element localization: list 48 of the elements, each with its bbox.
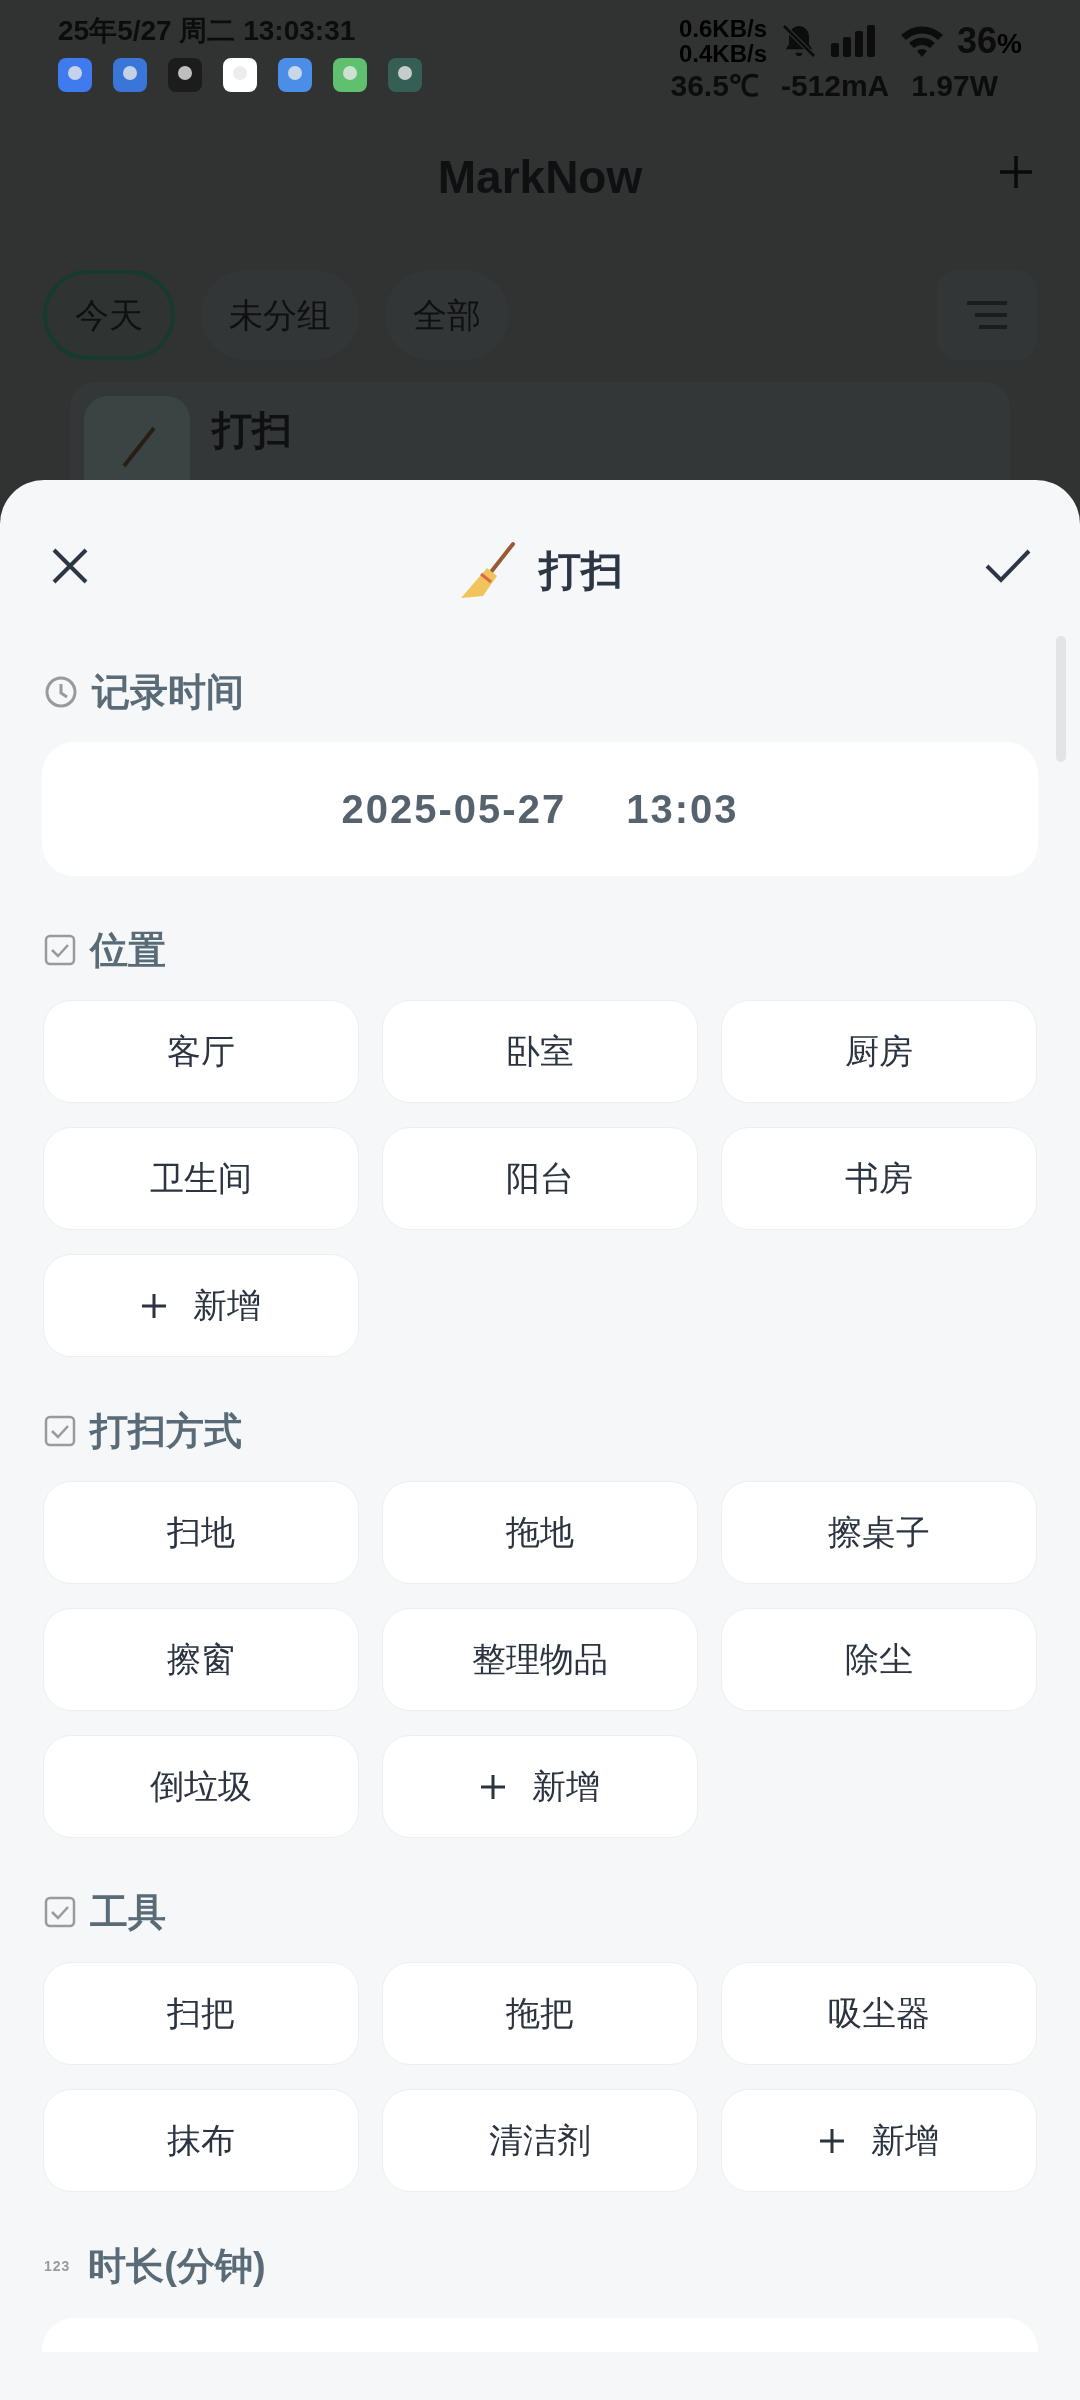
section-label: 位置 — [90, 927, 166, 973]
plus-icon — [480, 1773, 506, 1800]
wifi-icon — [899, 23, 946, 59]
option-chip[interactable]: 扫把 — [43, 1962, 359, 2065]
section-label: 记录时间 — [92, 669, 244, 715]
clock-icon — [44, 675, 78, 709]
section-label: 打扫方式 — [90, 1408, 242, 1454]
add-option-button[interactable]: 新增 — [382, 1735, 698, 1838]
plus-icon — [141, 1292, 167, 1319]
app-notification-icon — [223, 58, 257, 92]
option-chip[interactable]: 卫生间 — [43, 1127, 359, 1230]
checkbox-icon — [44, 934, 76, 966]
close-button[interactable] — [50, 546, 90, 586]
app-notification-icon — [168, 58, 202, 92]
sort-icon — [965, 300, 1009, 330]
confirm-button[interactable] — [984, 548, 1032, 584]
plus-icon — [819, 2127, 845, 2154]
add-option-button[interactable]: 新增 — [721, 2089, 1037, 2192]
option-chip[interactable]: 客厅 — [43, 1000, 359, 1103]
add-option-button[interactable]: 新增 — [43, 1254, 359, 1357]
app-notification-icon — [333, 58, 367, 92]
option-chip[interactable]: 倒垃圾 — [43, 1735, 359, 1838]
option-chip[interactable]: 拖把 — [382, 1962, 698, 2065]
checkbox-icon — [44, 1415, 76, 1447]
section-label: 工具 — [90, 1889, 166, 1935]
app-notification-icon — [278, 58, 312, 92]
option-chip[interactable]: 厨房 — [721, 1000, 1037, 1103]
option-chip[interactable]: 吸尘器 — [721, 1962, 1037, 2065]
section-label: 时长(分钟) — [88, 2243, 266, 2289]
app-notification-icon — [388, 58, 422, 92]
app-notification-icon — [58, 58, 92, 92]
number-icon: 123 — [44, 2255, 71, 2277]
add-icon[interactable] — [998, 154, 1034, 190]
option-chip[interactable]: 拖地 — [382, 1481, 698, 1584]
option-chip[interactable]: 擦窗 — [43, 1608, 359, 1711]
checkbox-icon — [44, 1896, 76, 1928]
option-chip[interactable]: 除尘 — [721, 1608, 1037, 1711]
app-notification-icon — [113, 58, 147, 92]
option-chip[interactable]: 书房 — [721, 1127, 1037, 1230]
option-chip[interactable]: 阳台 — [382, 1127, 698, 1230]
option-chip[interactable]: 擦桌子 — [721, 1481, 1037, 1584]
option-chip[interactable]: 清洁剂 — [382, 2089, 698, 2192]
option-chip[interactable]: 卧室 — [382, 1000, 698, 1103]
option-chip[interactable]: 整理物品 — [382, 1608, 698, 1711]
option-chip[interactable]: 扫地 — [43, 1481, 359, 1584]
sheet-title: 打扫 — [539, 545, 623, 596]
datetime-field[interactable]: 2025-05-27 13:03 — [42, 742, 1038, 876]
option-chip[interactable]: 抹布 — [43, 2089, 359, 2192]
